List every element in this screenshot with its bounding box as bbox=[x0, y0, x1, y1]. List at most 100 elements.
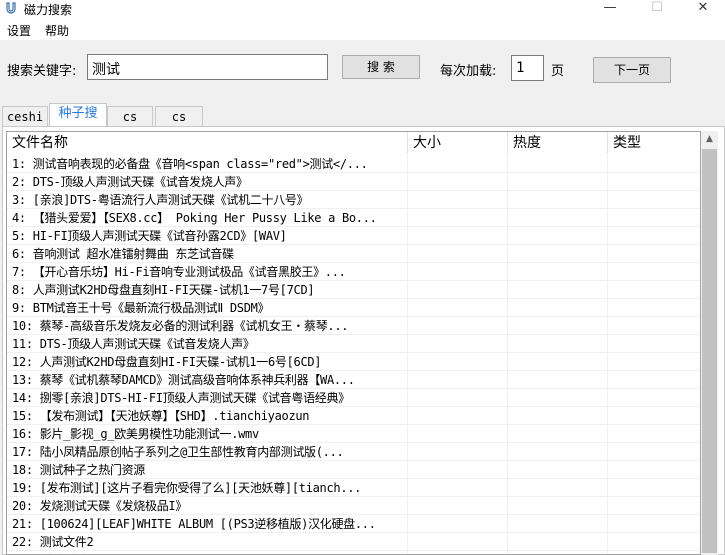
table-row[interactable]: 20: 发烧测试天碟《发烧极品I》 bbox=[7, 497, 700, 515]
table-row[interactable]: 11: DTS-顶级人声测试天碟《试音发烧人声》 bbox=[7, 335, 700, 353]
table-row[interactable]: 9: BTM试音王十号《最新流行极品测试Ⅱ DSDM》 bbox=[7, 299, 700, 317]
size-cell bbox=[408, 389, 508, 407]
table-row[interactable]: 17: 陆小凤精品原创帖子系列之@卫生部性教育内部测试版(... bbox=[7, 443, 700, 461]
table-row[interactable]: 12: 人声测试K2HD母盘直刻HI-FI天碟-试机1一6号[6CD] bbox=[7, 353, 700, 371]
size-cell bbox=[408, 299, 508, 317]
filename-cell: 7: 【开心音乐坊】Hi-Fi音响专业测试极品《试音黑胶王》... bbox=[7, 263, 408, 281]
minimize-button[interactable]: — bbox=[590, 0, 630, 18]
type-cell bbox=[608, 317, 700, 335]
page-unit-label: 页 bbox=[551, 64, 565, 79]
table-row[interactable]: 5: HI-FI顶级人声测试天碟《试音孙露2CD》[WAV] bbox=[7, 227, 700, 245]
type-cell bbox=[608, 335, 700, 353]
vertical-scrollbar[interactable]: ▲ bbox=[701, 131, 718, 555]
filename-cell: 12: 人声测试K2HD母盘直刻HI-FI天碟-试机1一6号[6CD] bbox=[7, 353, 408, 371]
menu-settings[interactable]: 设置 bbox=[7, 22, 31, 39]
per-load-label: 每次加载: bbox=[440, 64, 497, 79]
type-cell bbox=[608, 281, 700, 299]
keyword-input[interactable]: 测试 bbox=[87, 54, 328, 80]
size-cell bbox=[408, 263, 508, 281]
popularity-cell bbox=[508, 515, 608, 533]
table-row[interactable]: 4: 【猎头爱爱】【SEX8.cc】 Poking Her Pussy Like… bbox=[7, 209, 700, 227]
popularity-cell bbox=[508, 281, 608, 299]
popularity-cell bbox=[508, 155, 608, 173]
magnet-icon bbox=[6, 2, 16, 14]
size-cell bbox=[408, 425, 508, 443]
size-cell bbox=[408, 461, 508, 479]
search-button[interactable]: 搜 索 bbox=[342, 55, 420, 79]
size-cell bbox=[408, 407, 508, 425]
type-cell bbox=[608, 389, 700, 407]
type-cell bbox=[608, 209, 700, 227]
table-row[interactable]: 14: 捌零[亲浪]DTS-HI-FI顶级人声测试天碟《试音粤语经典》 bbox=[7, 389, 700, 407]
table-row[interactable]: 3: [亲浪]DTS-粤语流行人声测试天碟《试机二十八号》 bbox=[7, 191, 700, 209]
popularity-cell bbox=[508, 353, 608, 371]
title-bar: 磁力搜索 — ☐ ✕ bbox=[0, 0, 725, 18]
type-cell bbox=[608, 533, 700, 551]
table-row[interactable]: 19: [发布测试][这片子看完你受得了么][天池妖尊][tianch... bbox=[7, 479, 700, 497]
filename-cell: 16: 影片_影视_g_欧美男模性功能测试一.wmv bbox=[7, 425, 408, 443]
next-page-button[interactable]: 下一页 bbox=[593, 57, 671, 83]
table-row[interactable]: 21: [100624][LEAF]WHITE ALBUM [(PS3逆移植版)… bbox=[7, 515, 700, 533]
menu-help[interactable]: 帮助 bbox=[45, 22, 69, 39]
size-cell bbox=[408, 533, 508, 551]
popularity-cell bbox=[508, 461, 608, 479]
table-row[interactable]: 7: 【开心音乐坊】Hi-Fi音响专业测试极品《试音黑胶王》... bbox=[7, 263, 700, 281]
filename-cell: 6: 音响测试 超水准镭射舞曲 东芝试音碟 bbox=[7, 245, 408, 263]
popularity-cell bbox=[508, 191, 608, 209]
popularity-cell bbox=[508, 479, 608, 497]
scrollbar-thumb[interactable] bbox=[702, 149, 717, 553]
tab-seed-search[interactable]: 种子搜 bbox=[49, 103, 107, 127]
popularity-cell bbox=[508, 425, 608, 443]
scroll-up-icon[interactable]: ▲ bbox=[701, 131, 718, 148]
tab-cs-2[interactable]: cs bbox=[155, 106, 203, 127]
table-row[interactable]: 15: 【发布测试】【天池妖尊】【SHD】.tianchiyaozun bbox=[7, 407, 700, 425]
tab-strip: ceshi 种子搜 cs cs bbox=[0, 103, 725, 127]
size-cell bbox=[408, 245, 508, 263]
size-cell bbox=[408, 479, 508, 497]
tab-ceshi[interactable]: ceshi bbox=[2, 106, 48, 127]
popularity-cell bbox=[508, 389, 608, 407]
table-row[interactable]: 6: 音响测试 超水准镭射舞曲 东芝试音碟 bbox=[7, 245, 700, 263]
filename-cell: 18: 测试种子之热门资源 bbox=[7, 461, 408, 479]
filename-cell: 19: [发布测试][这片子看完你受得了么][天池妖尊][tianch... bbox=[7, 479, 408, 497]
filename-cell: 15: 【发布测试】【天池妖尊】【SHD】.tianchiyaozun bbox=[7, 407, 408, 425]
table-row[interactable]: 16: 影片_影视_g_欧美男模性功能测试一.wmv bbox=[7, 425, 700, 443]
table-row[interactable]: 1: 测试音响表现的必备盘《音响<span class="red">测试</..… bbox=[7, 155, 700, 173]
table-row[interactable]: 10: 蔡琴-高级音乐发烧友必备的测试利器《试机女王・蔡琴... bbox=[7, 317, 700, 335]
type-cell bbox=[608, 461, 700, 479]
table-row[interactable]: 2: DTS-顶级人声测试天碟《试音发烧人声》 bbox=[7, 173, 700, 191]
filename-cell: 20: 发烧测试天碟《发烧极品I》 bbox=[7, 497, 408, 515]
table-row[interactable]: 22: 测试文件2 bbox=[7, 533, 700, 551]
filename-cell: 5: HI-FI顶级人声测试天碟《试音孙露2CD》[WAV] bbox=[7, 227, 408, 245]
type-cell bbox=[608, 515, 700, 533]
column-type[interactable]: 类型 bbox=[608, 132, 700, 154]
type-cell bbox=[608, 263, 700, 281]
column-size[interactable]: 大小 bbox=[408, 132, 508, 154]
table-row[interactable]: 23: 测试测试 bbox=[7, 551, 700, 554]
column-filename[interactable]: 文件名称 bbox=[7, 132, 408, 154]
per-load-input[interactable]: 1 bbox=[511, 55, 544, 81]
type-cell bbox=[608, 407, 700, 425]
type-cell bbox=[608, 425, 700, 443]
table-row[interactable]: 13: 蔡琴《试机蔡琴DAMCD》测试高级音响体系神兵利器【WA... bbox=[7, 371, 700, 389]
column-popularity[interactable]: 热度 bbox=[508, 132, 608, 154]
popularity-cell bbox=[508, 371, 608, 389]
popularity-cell bbox=[508, 299, 608, 317]
size-cell bbox=[408, 353, 508, 371]
filename-cell: 23: 测试测试 bbox=[7, 551, 408, 554]
filename-cell: 22: 测试文件2 bbox=[7, 533, 408, 551]
size-cell bbox=[408, 281, 508, 299]
close-button[interactable]: ✕ bbox=[683, 0, 723, 18]
filename-cell: 2: DTS-顶级人声测试天碟《试音发烧人声》 bbox=[7, 173, 408, 191]
tab-cs-1[interactable]: cs bbox=[107, 106, 153, 127]
table-row[interactable]: 8: 人声测试K2HD母盘直刻HI-FI天碟-试机1一7号[7CD] bbox=[7, 281, 700, 299]
size-cell bbox=[408, 191, 508, 209]
popularity-cell bbox=[508, 209, 608, 227]
maximize-button[interactable]: ☐ bbox=[637, 0, 677, 18]
filename-cell: 1: 测试音响表现的必备盘《音响<span class="red">测试</..… bbox=[7, 155, 408, 173]
menu-bar: 设置 帮助 bbox=[0, 18, 725, 40]
type-cell bbox=[608, 155, 700, 173]
table-row[interactable]: 18: 测试种子之热门资源 bbox=[7, 461, 700, 479]
table-header: 文件名称 大小 热度 类型 bbox=[7, 132, 700, 154]
type-cell bbox=[608, 245, 700, 263]
